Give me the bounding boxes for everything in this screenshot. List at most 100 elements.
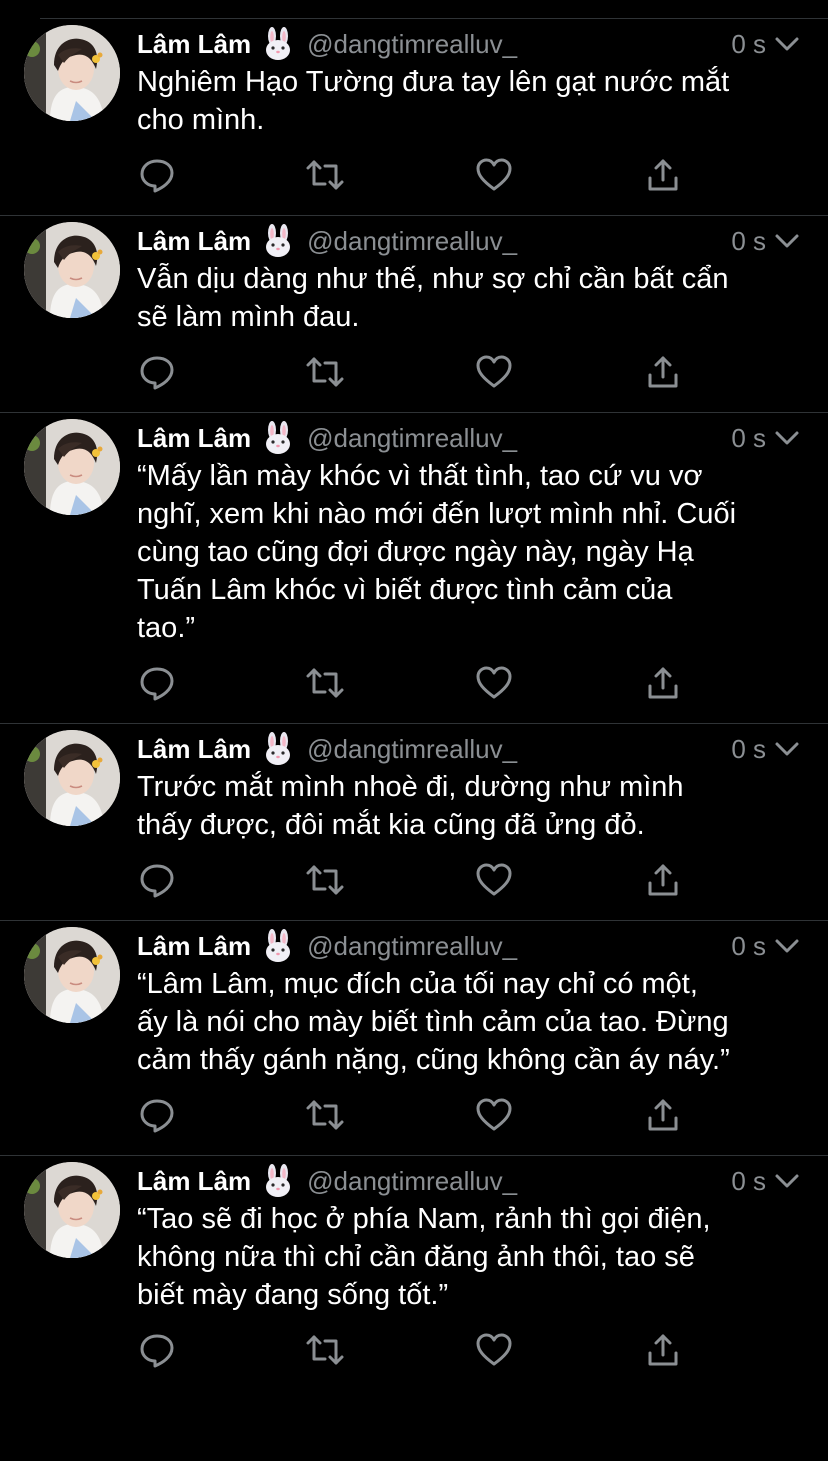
- author-handle[interactable]: @dangtimrealluv_: [307, 226, 517, 257]
- author-name[interactable]: Lâm Lâm: [137, 29, 251, 60]
- share-button[interactable]: [643, 860, 683, 900]
- tweet-actions: [137, 352, 800, 412]
- retweet-button[interactable]: [305, 352, 345, 392]
- author-name[interactable]: Lâm Lâm: [137, 226, 251, 257]
- author-name[interactable]: Lâm Lâm: [137, 1166, 251, 1197]
- share-button[interactable]: [643, 352, 683, 392]
- like-button[interactable]: [474, 155, 514, 195]
- avatar-photo: [24, 1162, 120, 1258]
- author-handle[interactable]: @dangtimrealluv_: [307, 1166, 517, 1197]
- author-handle[interactable]: @dangtimrealluv_: [307, 423, 517, 454]
- reply-button[interactable]: [137, 663, 177, 703]
- like-button[interactable]: [474, 1330, 514, 1370]
- reply-button[interactable]: [137, 1095, 177, 1135]
- share-button[interactable]: [643, 1330, 683, 1370]
- tweet-actions: [137, 155, 800, 215]
- tweet-header: Lâm Lâm @dangtimrealluv_ 0 s: [137, 730, 800, 768]
- tweet-actions: [137, 663, 800, 723]
- retweet-icon: [306, 160, 344, 190]
- tweet[interactable]: Lâm Lâm @dangtimrealluv_ 0 s “Mấy lần mà…: [0, 413, 828, 724]
- tweet-text: Nghiêm Hạo Tường đưa tay lên gạt nước mắ…: [137, 66, 730, 136]
- reply-icon: [140, 1099, 174, 1133]
- like-button[interactable]: [474, 352, 514, 392]
- share-button[interactable]: [643, 1095, 683, 1135]
- tweet[interactable]: Lâm Lâm @dangtimrealluv_ 0 s Vẫn dịu dàn…: [0, 216, 828, 413]
- retweet-button[interactable]: [305, 663, 345, 703]
- retweet-icon: [306, 668, 344, 698]
- avatar[interactable]: [24, 222, 120, 318]
- share-icon: [648, 159, 678, 191]
- rabbit-face-emoji: [266, 224, 291, 257]
- retweet-button[interactable]: [305, 155, 345, 195]
- reply-button[interactable]: [137, 352, 177, 392]
- retweet-icon: [306, 1335, 344, 1365]
- avatar[interactable]: [24, 927, 120, 1023]
- avatar-photo: [24, 419, 120, 515]
- tweet-header: Lâm Lâm @dangtimrealluv_ 0 s: [137, 25, 800, 63]
- author-name[interactable]: Lâm Lâm: [137, 423, 251, 454]
- chevron-down-icon[interactable]: [774, 228, 800, 254]
- tweet-text: “Tao sẽ đi học ở phía Nam, rảnh thì gọi …: [137, 1203, 711, 1311]
- tweet-header: Lâm Lâm @dangtimrealluv_ 0 s: [137, 419, 800, 457]
- chevron-down-icon[interactable]: [774, 425, 800, 451]
- author-handle[interactable]: @dangtimrealluv_: [307, 734, 517, 765]
- tweet-text: “Lâm Lâm, mục đích của tối nay chỉ có mộ…: [137, 968, 730, 1076]
- reply-icon: [140, 1334, 174, 1368]
- retweet-button[interactable]: [305, 860, 345, 900]
- tweet[interactable]: Lâm Lâm @dangtimrealluv_ 0 s Trước mắt m…: [0, 724, 828, 921]
- tweet-timestamp: 0 s: [731, 734, 766, 764]
- share-icon: [648, 356, 678, 388]
- tweet[interactable]: Lâm Lâm @dangtimrealluv_ 0 s “Lâm Lâm, m…: [0, 921, 828, 1156]
- tweet-timestamp: 0 s: [731, 1166, 766, 1196]
- rabbit-face-emoji: [266, 1164, 291, 1197]
- tweet-actions: [137, 1095, 800, 1155]
- tweet-timestamp: 0 s: [731, 226, 766, 256]
- tweet-actions: [137, 860, 800, 920]
- like-button[interactable]: [474, 1095, 514, 1135]
- chevron-down-icon[interactable]: [774, 933, 800, 959]
- tweet-timestamp: 0 s: [731, 931, 766, 961]
- rabbit-face-emoji: [266, 929, 291, 962]
- share-icon: [648, 1099, 678, 1131]
- share-button[interactable]: [643, 155, 683, 195]
- retweet-icon: [306, 865, 344, 895]
- author-name[interactable]: Lâm Lâm: [137, 734, 251, 765]
- tweet[interactable]: Lâm Lâm @dangtimrealluv_ 0 s “Tao sẽ đi …: [0, 1156, 828, 1390]
- tweet-text: Trước mắt mình nhoè đi, dường như mình t…: [137, 771, 684, 841]
- avatar[interactable]: [24, 25, 120, 121]
- heart-icon: [476, 863, 512, 896]
- retweet-icon: [306, 357, 344, 387]
- like-button[interactable]: [474, 860, 514, 900]
- avatar[interactable]: [24, 1162, 120, 1258]
- tweet-header: Lâm Lâm @dangtimrealluv_ 0 s: [137, 927, 800, 965]
- author-handle[interactable]: @dangtimrealluv_: [307, 29, 517, 60]
- like-button[interactable]: [474, 663, 514, 703]
- heart-icon: [476, 355, 512, 388]
- reply-button[interactable]: [137, 860, 177, 900]
- author-name[interactable]: Lâm Lâm: [137, 931, 251, 962]
- share-icon: [648, 864, 678, 896]
- retweet-button[interactable]: [305, 1095, 345, 1135]
- tweet[interactable]: Lâm Lâm @dangtimrealluv_ 0 s Nghiêm Hạo …: [0, 19, 828, 216]
- avatar-photo: [24, 222, 120, 318]
- tweet-text: Vẫn dịu dàng như thế, như sợ chỉ cần bất…: [137, 263, 729, 333]
- chevron-down-icon[interactable]: [774, 31, 800, 57]
- heart-icon: [476, 158, 512, 191]
- chevron-down-icon[interactable]: [774, 736, 800, 762]
- avatar-photo: [24, 730, 120, 826]
- reply-button[interactable]: [137, 155, 177, 195]
- author-handle[interactable]: @dangtimrealluv_: [307, 931, 517, 962]
- avatar-photo: [24, 927, 120, 1023]
- heart-icon: [476, 1333, 512, 1366]
- retweet-button[interactable]: [305, 1330, 345, 1370]
- avatar[interactable]: [24, 419, 120, 515]
- rabbit-face-emoji: [266, 27, 291, 60]
- tweet-feed: Lâm Lâm @dangtimrealluv_ 0 s Nghiêm Hạo …: [0, 19, 828, 1390]
- tweet-text: “Mấy lần mày khóc vì thất tình, tao cứ v…: [137, 460, 737, 644]
- share-icon: [648, 1334, 678, 1366]
- avatar-photo: [24, 25, 120, 121]
- reply-button[interactable]: [137, 1330, 177, 1370]
- avatar[interactable]: [24, 730, 120, 826]
- chevron-down-icon[interactable]: [774, 1168, 800, 1194]
- share-button[interactable]: [643, 663, 683, 703]
